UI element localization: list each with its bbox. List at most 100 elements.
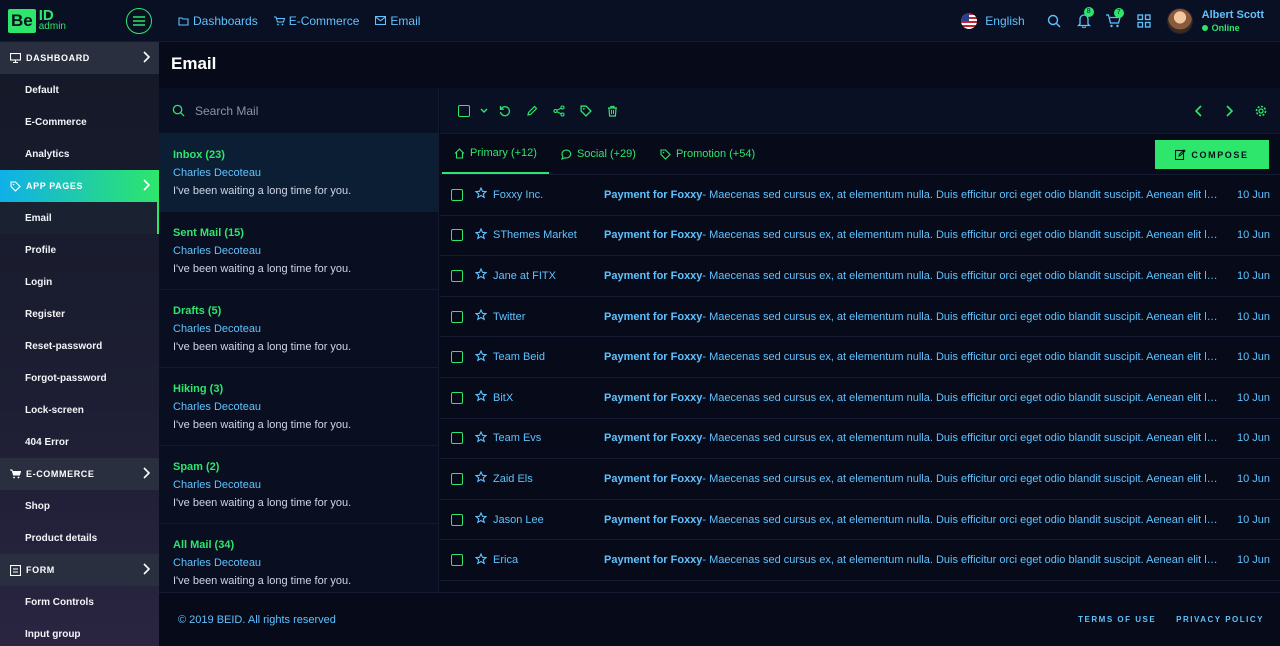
star-icon[interactable] [474, 552, 489, 568]
privacy-link[interactable]: PRIVACY POLICY [1176, 615, 1264, 624]
mail-row[interactable]: BitX Payment for Foxxy - Maecenas sed cur… [440, 378, 1280, 419]
chevron-right-icon[interactable] [1216, 104, 1243, 117]
row-checkbox[interactable] [451, 351, 463, 364]
folder-snippet: I've been waiting a long time for you. [173, 341, 352, 353]
sidebar-item-lock-screen[interactable]: Lock-screen [0, 394, 159, 426]
sidebar-item-ecommerce[interactable]: E-Commerce [0, 106, 159, 138]
folder-all-mail[interactable]: All Mail (34) Charles Decoteau I've been… [159, 524, 438, 592]
sidebar-item-input-group[interactable]: Input group [0, 618, 159, 646]
cart-icon [10, 469, 21, 479]
star-icon[interactable] [474, 308, 489, 324]
sidebar-section-ecommerce[interactable]: E-COMMERCE [0, 458, 159, 490]
select-all-checkbox[interactable] [450, 104, 477, 117]
row-checkbox[interactable] [451, 391, 463, 404]
star-icon[interactable] [474, 430, 489, 446]
folder-name: Drafts (5) [173, 305, 222, 317]
sidebar-item-reset-password[interactable]: Reset-password [0, 330, 159, 362]
tab-primary[interactable]: Primary (+12) [442, 134, 549, 174]
star-icon[interactable] [474, 471, 489, 486]
mail-row[interactable]: Jason Lee Payment for Foxxy - Maecenas se… [440, 500, 1280, 541]
gear-icon[interactable] [1247, 105, 1274, 117]
sidebar-item-login[interactable]: Login [0, 266, 159, 298]
topnav-dashboards[interactable]: Dashboards [178, 14, 258, 28]
sidebar-item-404-error[interactable]: 404 Error [0, 426, 159, 458]
mail-date: 10 Jun [1236, 391, 1270, 404]
folder-from: Charles Decoteau [173, 167, 262, 179]
mail-toolbar [440, 88, 1280, 134]
star-icon[interactable] [474, 227, 489, 243]
edit-icon[interactable] [518, 105, 545, 117]
star-icon[interactable] [474, 389, 489, 405]
compose-label: COMPOSE [1191, 149, 1249, 160]
tab-label: Primary (+12) [470, 147, 537, 159]
user-menu[interactable]: Albert Scott Online [1166, 7, 1264, 34]
sidebar-item-form-controls[interactable]: Form Controls [0, 586, 159, 618]
app-root: Be ID admin Dashboards E-Commerce Email [0, 0, 1280, 646]
chevron-right-icon [143, 563, 150, 575]
search-icon[interactable] [1039, 14, 1069, 28]
mail-row[interactable]: Jane at FITX Payment for Foxxy - Maecenas… [440, 256, 1280, 297]
mail-date: 10 Jun [1236, 472, 1270, 485]
language-selector[interactable]: English [961, 12, 1025, 29]
row-checkbox[interactable] [451, 554, 463, 567]
star-icon[interactable] [474, 186, 489, 202]
mail-preview: - Maecenas sed cursus ex, at elementum n… [702, 432, 1224, 445]
tag-icon[interactable] [572, 104, 599, 117]
mail-list-panel: Primary (+12) Social (+29) Promotion (+5… [440, 88, 1280, 592]
sidebar-item-product-details[interactable]: Product details [0, 522, 159, 554]
folder-spam[interactable]: Spam (2) Charles Decoteau I've been wait… [159, 446, 438, 524]
search-input[interactable] [195, 103, 415, 118]
folder-inbox[interactable]: Inbox (23) Charles Decoteau I've been wa… [159, 134, 438, 212]
mail-row[interactable]: Team Beid Payment for Foxxy - Maecenas se… [440, 337, 1280, 378]
folder-drafts[interactable]: Drafts (5) Charles Decoteau I've been wa… [159, 290, 438, 368]
mail-row[interactable]: Twitter Payment for Foxxy - Maecenas sed … [440, 297, 1280, 338]
mail-row[interactable]: Team Evs Payment for Foxxy - Maecenas sed… [440, 419, 1280, 460]
chevron-left-icon[interactable] [1185, 104, 1212, 117]
terms-link[interactable]: TERMS OF USE [1078, 615, 1156, 624]
logo-id: ID [38, 6, 54, 24]
row-checkbox[interactable] [451, 513, 463, 526]
folder-sent-mail[interactable]: Sent Mail (15) Charles Decoteau I've bee… [159, 212, 438, 290]
mail-row[interactable]: SThemes Market Payment for Foxxy - Maecen… [440, 216, 1280, 257]
topnav-ecommerce[interactable]: E-Commerce [273, 14, 359, 28]
sidebar-section-form[interactable]: FORM [0, 554, 159, 586]
row-checkbox[interactable] [451, 432, 463, 445]
sidebar-item-default[interactable]: Default [0, 74, 159, 106]
sidebar-item-email[interactable]: Email [0, 202, 159, 234]
sidebar-item-shop[interactable]: Shop [0, 490, 159, 522]
select-dropdown-chevron-down-icon[interactable] [477, 108, 491, 114]
row-checkbox[interactable] [451, 472, 463, 485]
row-checkbox[interactable] [451, 310, 463, 323]
sidebar-item-analytics[interactable]: Analytics [0, 138, 159, 170]
bell-icon[interactable]: 8 [1069, 7, 1099, 28]
compose-button[interactable]: COMPOSE [1155, 140, 1269, 169]
tab-social[interactable]: Social (+29) [549, 134, 648, 174]
refresh-icon[interactable] [491, 105, 518, 117]
tab-promotion[interactable]: Promotion (+54) [648, 134, 767, 174]
apps-grid-icon[interactable] [1129, 13, 1159, 28]
mail-row[interactable]: Erica Payment for Foxxy - Maecenas sed cu… [440, 540, 1280, 581]
sidebar-section-dashboard[interactable]: DASHBOARD [0, 42, 159, 74]
trash-icon[interactable] [599, 105, 626, 117]
star-icon[interactable] [474, 268, 489, 283]
hamburger-menu-icon[interactable] [126, 7, 152, 34]
sidebar-item-forgot-password[interactable]: Forgot-password [0, 362, 159, 394]
row-checkbox[interactable] [451, 188, 463, 201]
star-icon[interactable] [474, 511, 489, 527]
row-checkbox[interactable] [451, 269, 463, 282]
folder-hiking[interactable]: Hiking (3) Charles Decoteau I've been wa… [159, 368, 438, 446]
checkbox-icon [457, 104, 470, 117]
topnav-email[interactable]: Email [375, 14, 420, 28]
brand-logo[interactable]: Be ID admin [8, 6, 118, 33]
share-icon[interactable] [545, 104, 572, 117]
cart-icon[interactable]: 7 [1099, 7, 1129, 28]
mail-preview: - Maecenas sed cursus ex, at elementum n… [702, 472, 1224, 485]
sidebar-item-register[interactable]: Register [0, 298, 159, 330]
sidebar-section-app-pages[interactable]: APP PAGES [0, 170, 159, 202]
mail-row[interactable]: Zaid Els Payment for Foxxy - Maecenas sed… [440, 459, 1280, 500]
sidebar-item-profile[interactable]: Profile [0, 234, 159, 266]
row-checkbox[interactable] [451, 229, 463, 242]
star-icon[interactable] [474, 349, 489, 365]
mail-row[interactable]: Foxxy Inc. Payment for Foxxy - Maecenas s… [440, 175, 1280, 216]
folder-name: Hiking (3) [173, 383, 224, 395]
